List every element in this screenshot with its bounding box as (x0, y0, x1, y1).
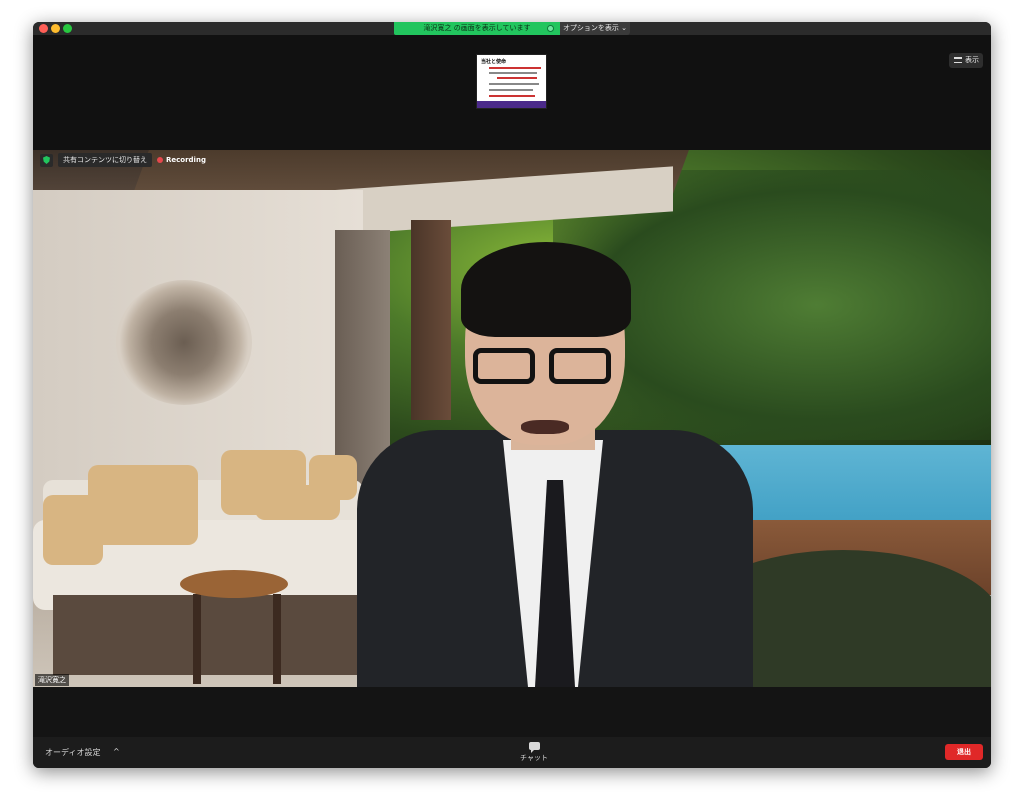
recording-indicator: Recording (157, 156, 206, 164)
thumbnail-line (489, 72, 537, 74)
thumbnail-line (489, 95, 535, 97)
background-stool (193, 594, 201, 684)
active-speaker-video: 共有コンテンツに切り替え Recording 滝沢寛之 (33, 150, 991, 687)
speaker-glasses (473, 348, 623, 388)
chevron-up-icon[interactable]: ^ (113, 747, 120, 756)
screen-share-banner: 滝沢寛之 の画面を表示しています (394, 22, 560, 35)
chat-button[interactable]: チャット (517, 740, 551, 763)
thumbnail-line (489, 89, 533, 91)
glasses-lens (473, 348, 535, 384)
background-pillar (411, 220, 451, 420)
chevron-down-icon: ⌄ (621, 24, 628, 32)
thumbnail-title: 当社と使命 (481, 59, 507, 65)
glasses-lens (549, 348, 611, 384)
switch-to-shared-content-button[interactable]: 共有コンテンツに切り替え (58, 153, 152, 167)
background-cushion (88, 465, 198, 545)
close-window-button[interactable] (39, 24, 48, 33)
maximize-window-button[interactable] (63, 24, 72, 33)
audio-settings-button[interactable]: オーディオ設定 (45, 747, 100, 758)
shared-screen-thumbnail[interactable]: 当社と使命 (476, 54, 547, 109)
background-sofa (53, 595, 373, 675)
thumbnail-line (497, 77, 537, 79)
thumbnail-footer (477, 101, 546, 108)
view-options-button[interactable]: オプションを表示 ⌄ (560, 22, 630, 35)
recording-label: Recording (166, 156, 206, 164)
view-button[interactable]: 表示 (949, 53, 983, 68)
share-status-icon (547, 25, 554, 32)
view-button-label: 表示 (965, 56, 979, 64)
title-bar: 滝沢寛之 の画面を表示しています オプションを表示 ⌄ (33, 22, 991, 35)
meeting-toolbar: オーディオ設定 ^ チャット 退出 (33, 737, 991, 768)
background-stool (273, 594, 281, 684)
video-header: 共有コンテンツに切り替え Recording (40, 153, 206, 167)
chat-bubble-icon (528, 742, 540, 753)
recording-dot-icon (157, 157, 163, 163)
view-options-label: オプションを表示 (562, 24, 619, 32)
participant-name-tag: 滝沢寛之 (35, 674, 69, 686)
grid-view-icon (954, 57, 962, 63)
leave-meeting-button[interactable]: 退出 (945, 744, 983, 760)
thumbnail-line (489, 83, 539, 85)
background-wall-art (116, 280, 252, 405)
speaker-hair (461, 242, 631, 337)
encryption-shield-icon[interactable] (40, 153, 53, 167)
speaker-mouth (521, 420, 569, 434)
thumbnail-line (489, 67, 541, 69)
background-cushion (43, 495, 103, 565)
thumbnail-strip: 当社と使命 表示 (33, 35, 991, 150)
chat-label: チャット (520, 754, 548, 762)
background-stool (180, 570, 288, 598)
background-cushion (309, 455, 357, 500)
minimize-window-button[interactable] (51, 24, 60, 33)
zoom-window: 滝沢寛之 の画面を表示しています オプションを表示 ⌄ 当社と使命 表示 共有コ… (33, 22, 991, 768)
